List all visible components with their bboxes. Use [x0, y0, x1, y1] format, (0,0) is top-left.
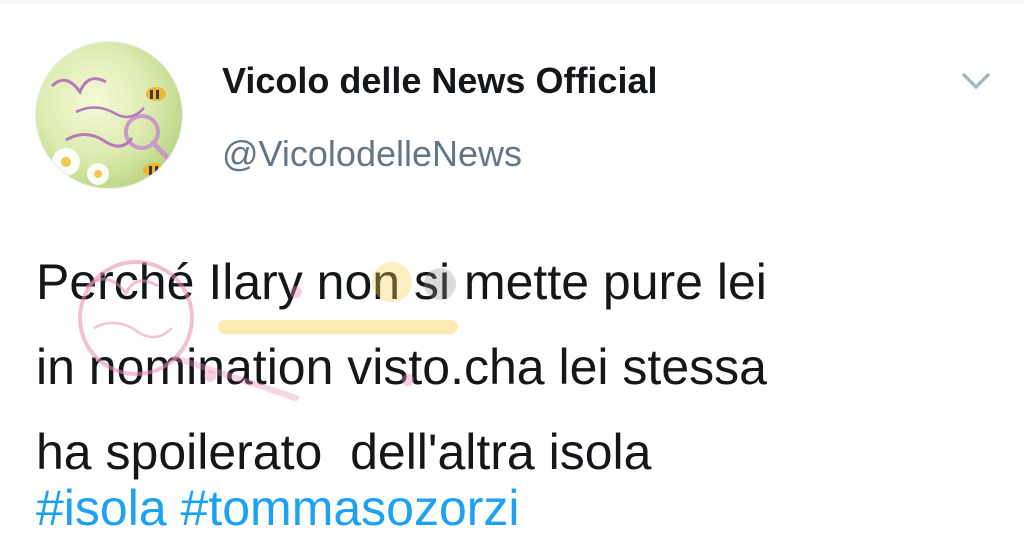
tweet-text: Perché Ilary non si mette pure lei in no… — [36, 240, 996, 495]
chevron-down-icon — [962, 73, 990, 89]
top-divider — [0, 0, 1024, 4]
hashtag-row: #isola #tommasozorzi — [36, 477, 520, 539]
hashtag-tommasozorzi[interactable]: #tommasozorzi — [181, 480, 520, 536]
avatar[interactable] — [36, 42, 182, 188]
tweet-menu-button[interactable] — [956, 66, 996, 96]
hashtag-isola[interactable]: #isola — [36, 480, 167, 536]
tweet-text-line: Perché Ilary non si mette pure lei — [36, 254, 767, 310]
vicolo-delle-news-logo-icon — [50, 77, 173, 185]
display-name[interactable]: Vicolo delle News Official — [222, 60, 657, 102]
tweet-text-line: in nomination visto.cha lei stessa — [36, 339, 767, 395]
user-handle[interactable]: @VicolodelleNews — [222, 133, 522, 175]
